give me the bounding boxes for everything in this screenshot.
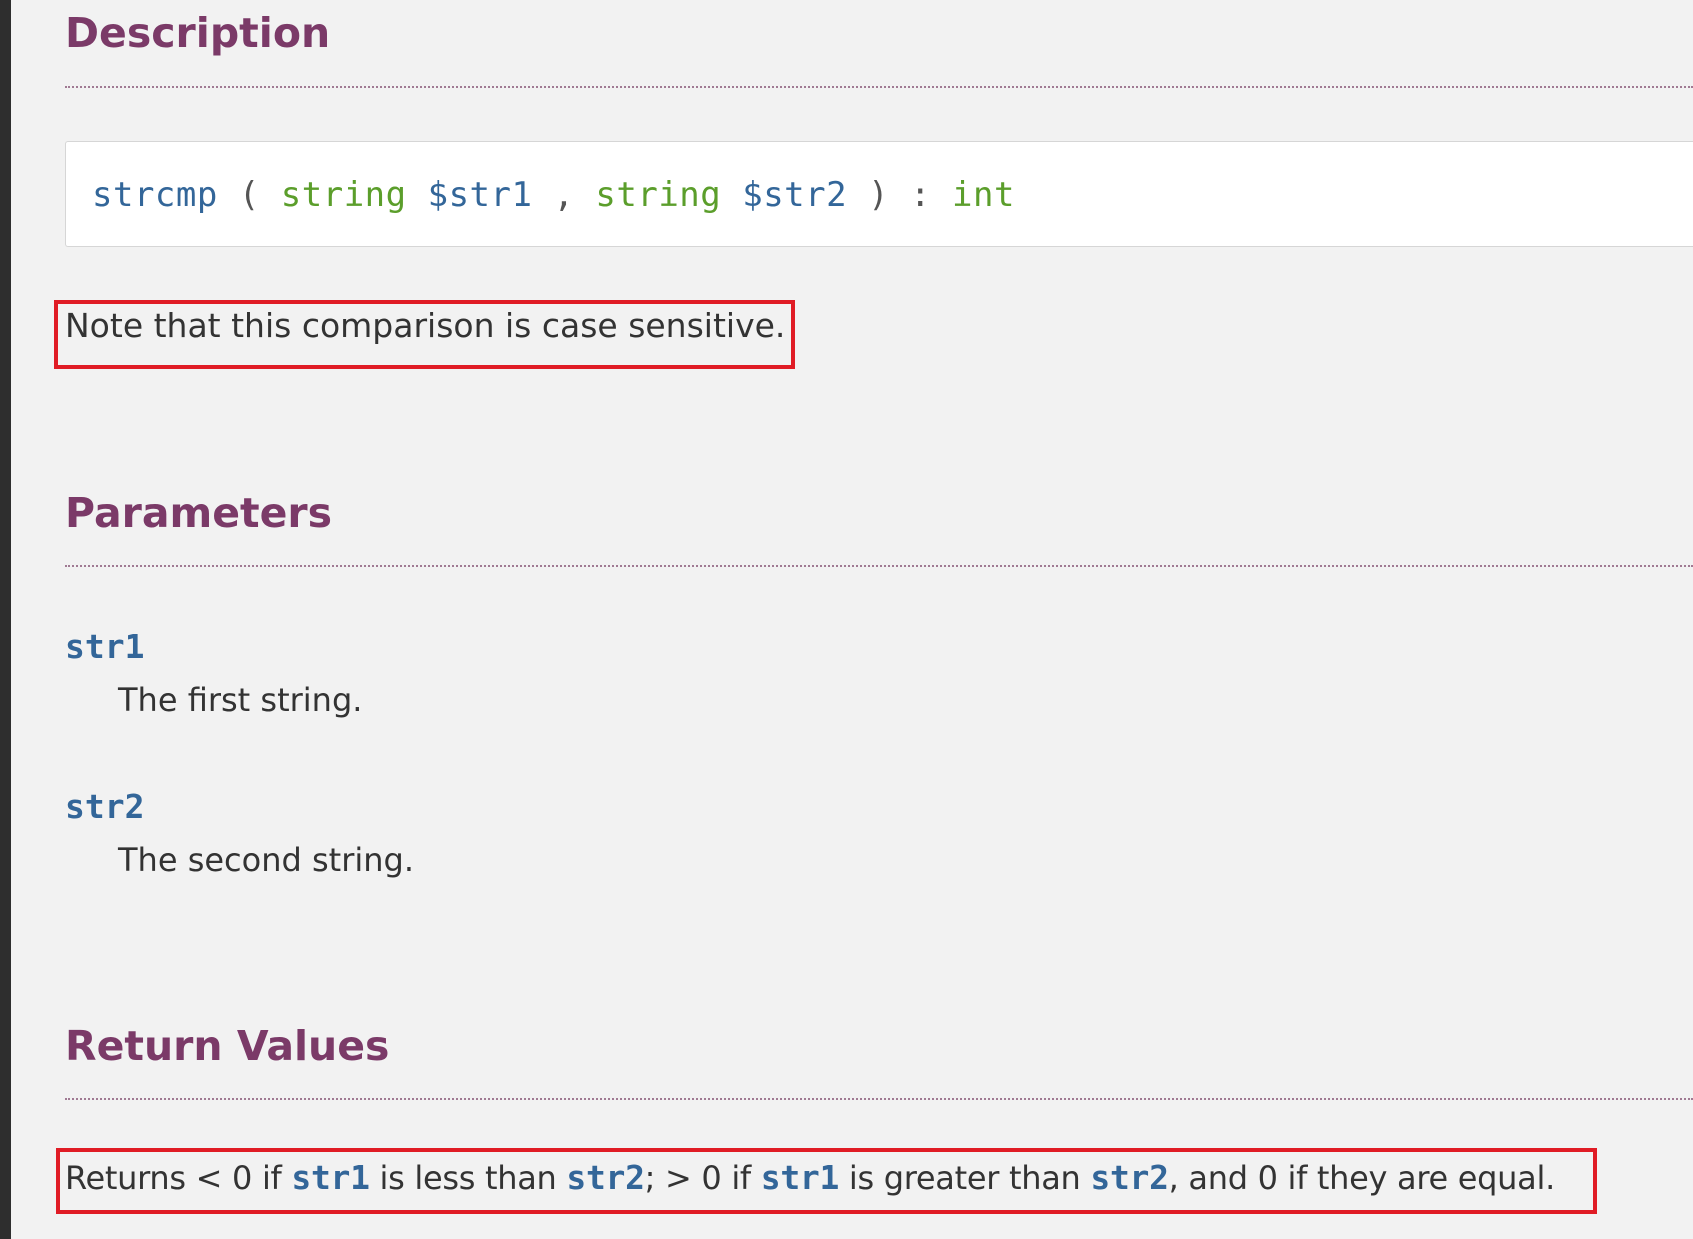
return-type: int [952, 175, 1015, 215]
highlight-box-note [54, 300, 795, 369]
comma: , [553, 175, 575, 215]
section-divider [65, 1098, 1693, 1100]
section-divider [65, 565, 1693, 567]
open-paren: ( [238, 175, 260, 215]
section-title-parameters: Parameters [65, 489, 333, 537]
param1-var: $str1 [427, 175, 533, 215]
param2-var: $str2 [742, 175, 848, 215]
param1-type: string [280, 175, 407, 215]
highlight-box-return-values [56, 1148, 1597, 1214]
param-name-str1: str1 [65, 627, 145, 666]
function-signature: strcmp ( string $str1 , string $str2 ) :… [92, 175, 1015, 216]
method-synopsis: strcmp ( string $str1 , string $str2 ) :… [65, 141, 1693, 247]
param-desc-str2: The second string. [118, 841, 415, 879]
function-name-link[interactable]: strcmp [92, 175, 218, 215]
section-title-return-values: Return Values [65, 1022, 390, 1070]
colon: : [910, 175, 932, 215]
close-paren: ) [868, 175, 890, 215]
doc-page: Description strcmp ( string $str1 , stri… [54, 0, 1693, 1239]
left-sidebar-edge [0, 0, 11, 1239]
section-divider [65, 86, 1693, 88]
param-name-str2: str2 [65, 787, 145, 826]
section-title-description: Description [65, 9, 331, 57]
param2-type: string [595, 175, 722, 215]
param-desc-str1: The first string. [118, 681, 363, 719]
